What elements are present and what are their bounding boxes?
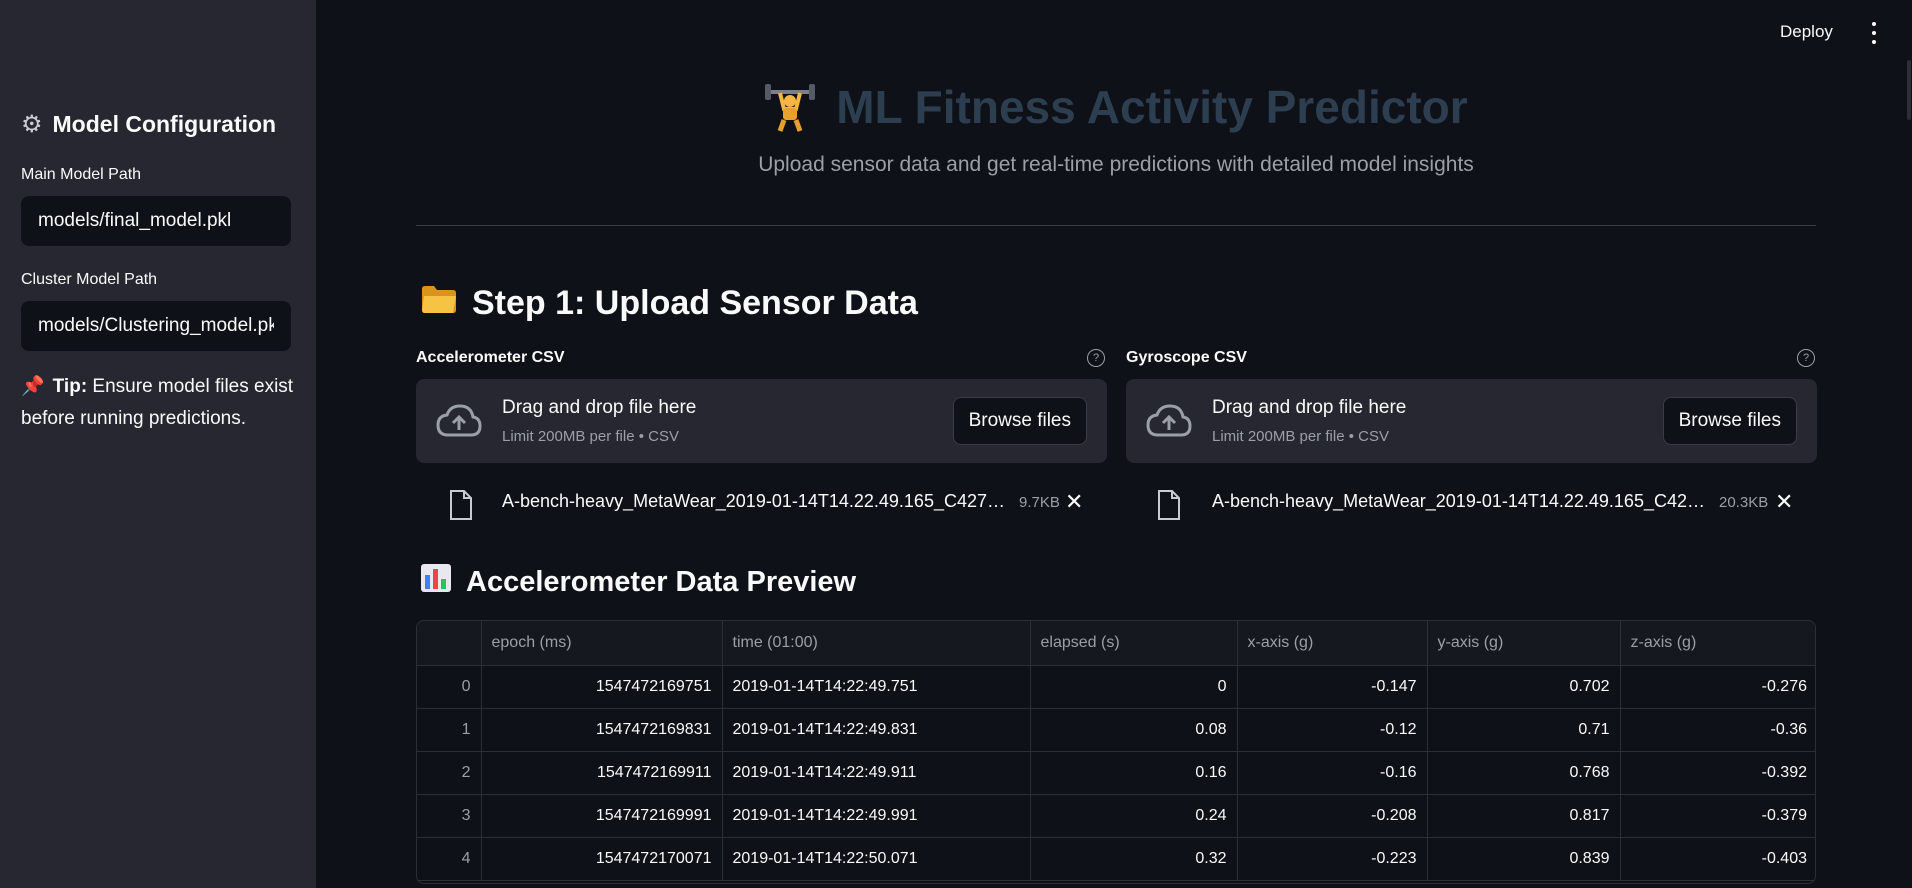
- dropzone-limit: Limit 200MB per file • CSV: [502, 428, 679, 445]
- column-header-epoch[interactable]: epoch (ms): [480, 621, 723, 666]
- column-header-index[interactable]: [417, 621, 482, 666]
- row-index: 1: [417, 707, 482, 752]
- column-header-z-axis[interactable]: z-axis (g): [1619, 621, 1815, 666]
- cell-z-axis: -0.276: [1619, 664, 1815, 709]
- cell-elapsed: 0.08: [1029, 707, 1238, 752]
- uploaded-file-gyroscope: A-bench-heavy_MetaWear_2019-01-14T14.22.…: [1126, 489, 1817, 520]
- folder-icon: [420, 283, 458, 324]
- cell-y-axis: 0.71: [1426, 707, 1621, 752]
- cell-time: 2019-01-14T14:22:49.751: [721, 664, 1031, 709]
- table-row: 4 1547472170071 2019-01-14T14:22:50.071 …: [417, 836, 1815, 881]
- cell-x-axis: -0.12: [1236, 707, 1428, 752]
- row-index: 4: [417, 836, 482, 881]
- table-header-row: epoch (ms) time (01:00) elapsed (s) x-ax…: [417, 621, 1815, 666]
- sidebar-title-text: Model Configuration: [52, 111, 277, 137]
- tip-label: Tip:: [52, 376, 88, 397]
- cell-x-axis: -0.16: [1236, 750, 1428, 795]
- cell-y-axis: 0.702: [1426, 664, 1621, 709]
- file-icon: [1156, 489, 1182, 526]
- cloud-upload-icon: [1146, 403, 1192, 444]
- cell-x-axis: -0.208: [1236, 793, 1428, 838]
- gear-icon: ⚙: [21, 111, 43, 138]
- cell-y-axis: 0.768: [1426, 750, 1621, 795]
- cell-time: 2019-01-14T14:22:49.991: [721, 793, 1031, 838]
- weightlifter-icon: [764, 81, 816, 133]
- cell-time: 2019-01-14T14:22:49.831: [721, 707, 1031, 752]
- column-header-x-axis[interactable]: x-axis (g): [1236, 621, 1428, 666]
- cell-epoch: 1547472169831: [480, 707, 723, 752]
- divider: [416, 225, 1816, 226]
- cell-time: 2019-01-14T14:22:49.911: [721, 750, 1031, 795]
- table-row: 1 1547472169831 2019-01-14T14:22:49.831 …: [417, 707, 1815, 752]
- row-index: 3: [417, 793, 482, 838]
- page-title: ML Fitness Activity Predictor: [416, 80, 1816, 134]
- file-name: A-bench-heavy_MetaWear_2019-01-14T14.22.…: [502, 491, 1005, 511]
- file-size: 9.7KB: [1019, 494, 1060, 511]
- cell-y-axis: 0.839: [1426, 836, 1621, 881]
- bar-chart-icon: [420, 563, 452, 601]
- scrollbar[interactable]: [1904, 0, 1912, 888]
- pushpin-icon: 📌: [21, 376, 45, 397]
- gyroscope-uploader-label: Gyroscope CSV: [1126, 349, 1247, 366]
- page-title-text: ML Fitness Activity Predictor: [836, 81, 1468, 133]
- cell-x-axis: -0.147: [1236, 664, 1428, 709]
- sidebar: ⚙ Model Configuration Main Model Path Cl…: [0, 0, 316, 888]
- row-index: 2: [417, 750, 482, 795]
- preview-heading: Accelerometer Data Preview: [420, 563, 856, 601]
- help-icon[interactable]: ?: [1087, 349, 1105, 367]
- cell-y-axis: 0.817: [1426, 793, 1621, 838]
- cell-elapsed: 0.24: [1029, 793, 1238, 838]
- dropzone-instruction: Drag and drop file here: [1212, 397, 1407, 418]
- table-row: 3 1547472169991 2019-01-14T14:22:49.991 …: [417, 793, 1815, 838]
- gyroscope-dropzone[interactable]: Drag and drop file here Limit 200MB per …: [1126, 379, 1817, 463]
- cell-elapsed: 0.16: [1029, 750, 1238, 795]
- browse-files-button[interactable]: Browse files: [1662, 397, 1797, 445]
- column-header-elapsed[interactable]: elapsed (s): [1029, 621, 1238, 666]
- accelerometer-dropzone[interactable]: Drag and drop file here Limit 200MB per …: [416, 379, 1107, 463]
- cell-z-axis: -0.36: [1619, 707, 1815, 752]
- cell-elapsed: 0: [1029, 664, 1238, 709]
- tip-text: 📌 Tip: Ensure model files exist before ru…: [21, 371, 296, 435]
- step1-heading-text: Step 1: Upload Sensor Data: [472, 284, 918, 322]
- step1-heading: Step 1: Upload Sensor Data: [420, 283, 918, 324]
- uploaded-file-accelerometer: A-bench-heavy_MetaWear_2019-01-14T14.22.…: [416, 489, 1107, 520]
- cell-epoch: 1547472170071: [480, 836, 723, 881]
- deploy-button[interactable]: Deploy: [1780, 22, 1833, 42]
- cluster-model-path-input[interactable]: [21, 301, 291, 351]
- file-name: A-bench-heavy_MetaWear_2019-01-14T14.22.…: [1212, 491, 1705, 511]
- main-model-path-input[interactable]: [21, 196, 291, 246]
- cell-epoch: 1547472169911: [480, 750, 723, 795]
- table-row: 2 1547472169911 2019-01-14T14:22:49.911 …: [417, 750, 1815, 795]
- cluster-model-path-label: Cluster Model Path: [21, 271, 158, 288]
- remove-file-icon[interactable]: ✕: [1065, 491, 1083, 513]
- cell-x-axis: -0.223: [1236, 836, 1428, 881]
- data-preview-table[interactable]: epoch (ms) time (01:00) elapsed (s) x-ax…: [416, 620, 1816, 884]
- cell-epoch: 1547472169751: [480, 664, 723, 709]
- column-header-y-axis[interactable]: y-axis (g): [1426, 621, 1621, 666]
- help-icon[interactable]: ?: [1797, 349, 1815, 367]
- table-row: 0 1547472169751 2019-01-14T14:22:49.751 …: [417, 664, 1815, 709]
- cell-z-axis: -0.392: [1619, 750, 1815, 795]
- remove-file-icon[interactable]: ✕: [1775, 491, 1793, 513]
- column-header-time[interactable]: time (01:00): [721, 621, 1031, 666]
- page-subtitle: Upload sensor data and get real-time pre…: [758, 153, 1474, 176]
- kebab-menu-icon[interactable]: [1868, 22, 1880, 44]
- file-icon: [448, 489, 474, 526]
- browse-files-button[interactable]: Browse files: [952, 397, 1087, 445]
- row-index: 0: [417, 664, 482, 709]
- cloud-upload-icon: [436, 403, 482, 444]
- file-size: 20.3KB: [1719, 494, 1769, 511]
- main-model-path-label: Main Model Path: [21, 166, 142, 183]
- dropzone-limit: Limit 200MB per file • CSV: [1212, 428, 1389, 445]
- preview-heading-text: Accelerometer Data Preview: [466, 565, 857, 598]
- sidebar-title: ⚙ Model Configuration: [21, 110, 276, 139]
- cell-epoch: 1547472169991: [480, 793, 723, 838]
- cell-time: 2019-01-14T14:22:50.071: [721, 836, 1031, 881]
- accelerometer-uploader-label: Accelerometer CSV: [416, 349, 565, 366]
- dropzone-instruction: Drag and drop file here: [502, 397, 697, 418]
- cell-z-axis: -0.379: [1619, 793, 1815, 838]
- cell-z-axis: -0.403: [1619, 836, 1815, 881]
- cell-elapsed: 0.32: [1029, 836, 1238, 881]
